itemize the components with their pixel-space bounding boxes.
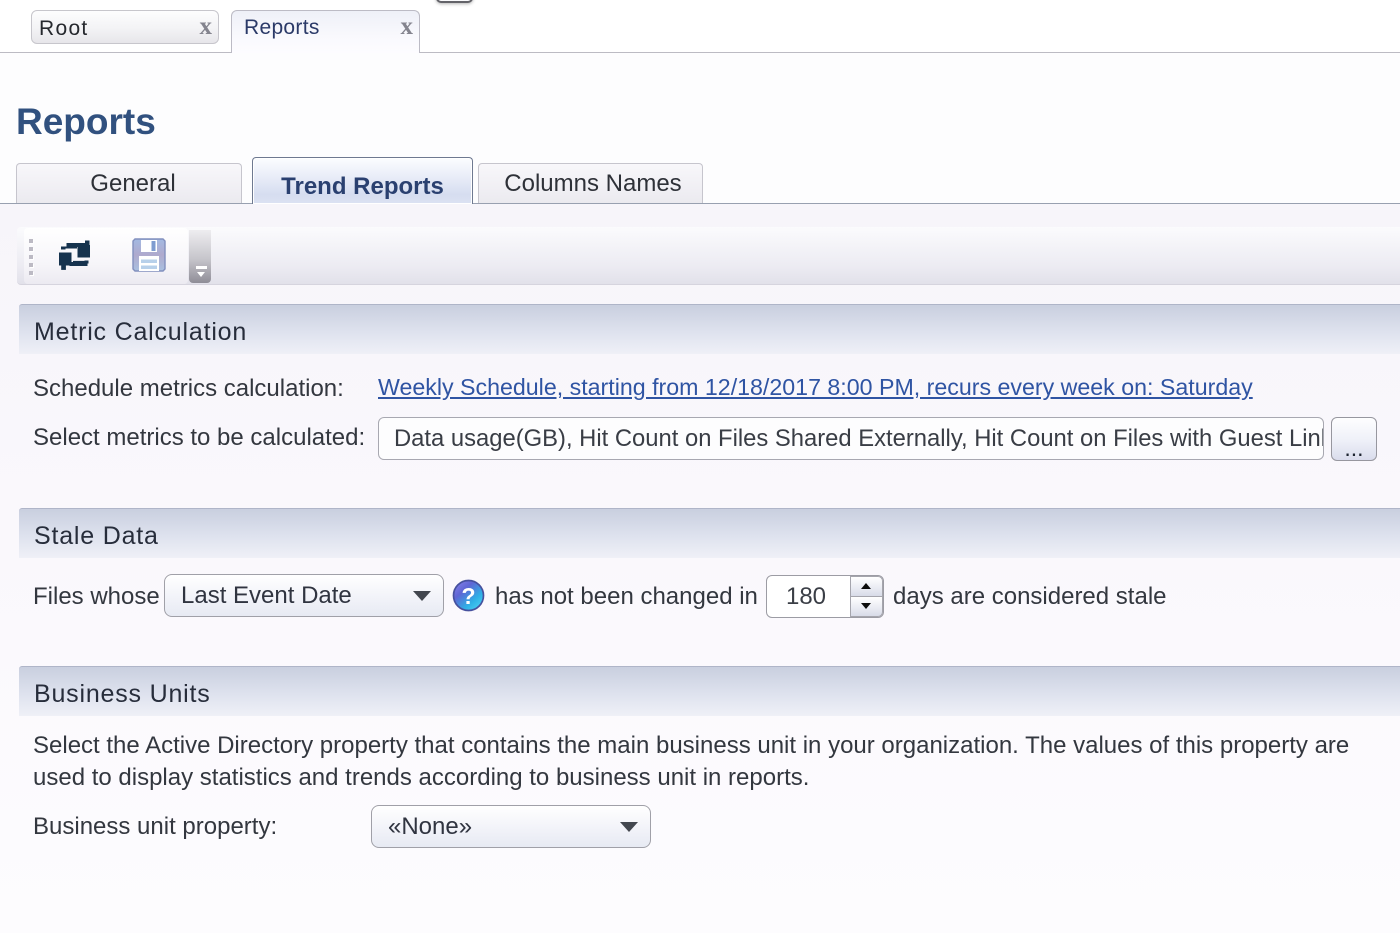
svg-text:?: ?: [461, 583, 475, 609]
